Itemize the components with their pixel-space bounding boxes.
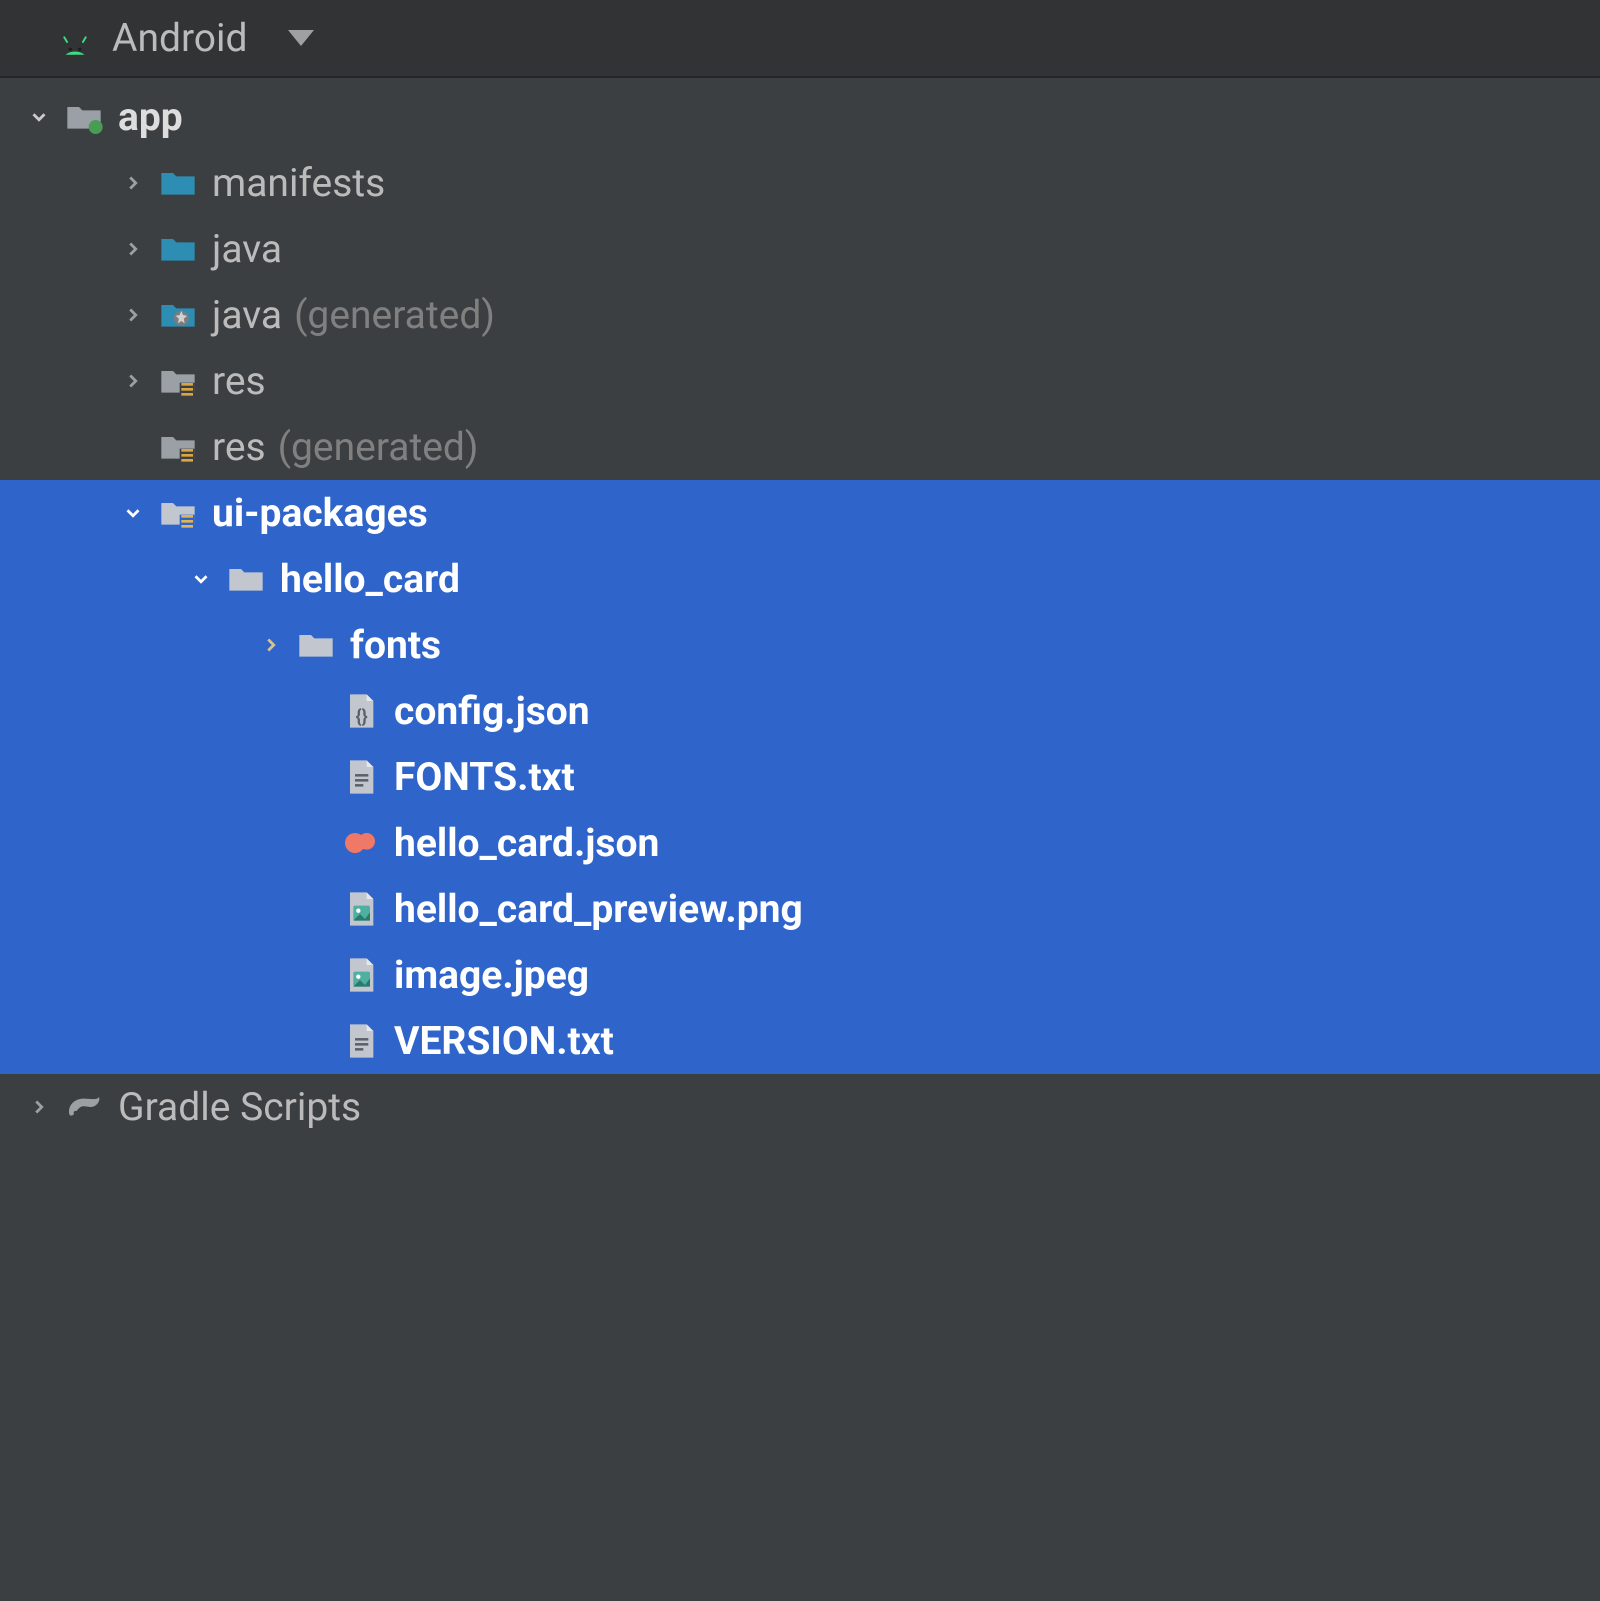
- project-view-label: Android: [112, 15, 248, 61]
- tree-node-res[interactable]: res: [0, 348, 1600, 414]
- expand-toggle-icon[interactable]: [120, 368, 146, 394]
- image-file-icon: [340, 955, 380, 995]
- tree-node-res-generated[interactable]: res (generated): [0, 414, 1600, 480]
- tree-label: fonts: [350, 622, 441, 668]
- tree-label: FONTS.txt: [394, 754, 575, 800]
- tree-label: hello_card.json: [394, 820, 659, 866]
- tree-suffix: (generated): [278, 424, 479, 470]
- resource-folder-icon: [158, 427, 198, 467]
- tree-node-ui-packages[interactable]: ui-packages: [0, 480, 1600, 546]
- expand-toggle-icon[interactable]: [258, 632, 284, 658]
- resource-folder-icon: [158, 493, 198, 533]
- tree-node-java-generated[interactable]: java (generated): [0, 282, 1600, 348]
- tree-label: ui-packages: [212, 490, 428, 536]
- tree-label: java: [212, 226, 282, 272]
- tree-node-fonts-txt[interactable]: FONTS.txt: [0, 744, 1600, 810]
- tree-node-preview-png[interactable]: hello_card_preview.png: [0, 876, 1600, 942]
- tree-node-config-json[interactable]: {} config.json: [0, 678, 1600, 744]
- expand-toggle-icon[interactable]: [26, 1094, 52, 1120]
- folder-icon: [158, 229, 198, 269]
- tree-node-gradle-scripts[interactable]: Gradle Scripts: [0, 1074, 1600, 1140]
- tree-label: image.jpeg: [394, 952, 589, 998]
- expand-toggle-icon[interactable]: [188, 566, 214, 592]
- expand-toggle-icon[interactable]: [120, 236, 146, 262]
- project-view-header[interactable]: Android: [0, 0, 1600, 78]
- expand-toggle-icon[interactable]: [26, 104, 52, 130]
- tree-label: res: [212, 424, 266, 470]
- expand-toggle-icon[interactable]: [120, 170, 146, 196]
- svg-text:{}: {}: [356, 707, 368, 728]
- tree-node-hello-card-json[interactable]: hello_card.json: [0, 810, 1600, 876]
- tree-label: Gradle Scripts: [118, 1084, 361, 1130]
- tree-label: hello_card: [280, 556, 460, 602]
- tree-node-app[interactable]: app: [0, 84, 1600, 150]
- expand-toggle-icon[interactable]: [120, 500, 146, 526]
- json-file-icon: {}: [340, 691, 380, 731]
- tree-label: java: [212, 292, 282, 338]
- dropdown-arrow-icon[interactable]: [288, 30, 314, 46]
- resource-folder-icon: [158, 361, 198, 401]
- tree-node-version-txt[interactable]: VERSION.txt: [0, 1008, 1600, 1074]
- folder-icon: [158, 163, 198, 203]
- relay-file-icon: [340, 823, 380, 863]
- text-file-icon: [340, 757, 380, 797]
- expand-toggle-icon[interactable]: [120, 302, 146, 328]
- gradle-icon: [64, 1087, 104, 1127]
- tree-label: manifests: [212, 160, 385, 206]
- tree-label: VERSION.txt: [394, 1018, 614, 1064]
- module-folder-icon: [64, 97, 104, 137]
- image-file-icon: [340, 889, 380, 929]
- tree-label: app: [118, 94, 183, 140]
- tree-node-manifests[interactable]: manifests: [0, 150, 1600, 216]
- android-icon: [56, 24, 94, 52]
- project-tool-window: Android app: [0, 0, 1600, 1601]
- tree-node-java[interactable]: java: [0, 216, 1600, 282]
- tree-node-hello-card[interactable]: hello_card: [0, 546, 1600, 612]
- tree-label: config.json: [394, 688, 590, 734]
- folder-icon: [296, 625, 336, 665]
- folder-icon: [226, 559, 266, 599]
- tree-label: res: [212, 358, 266, 404]
- tree-suffix: (generated): [294, 292, 495, 338]
- tree-node-image-jpeg[interactable]: image.jpeg: [0, 942, 1600, 1008]
- tree-label: hello_card_preview.png: [394, 886, 803, 932]
- text-file-icon: [340, 1021, 380, 1061]
- project-tree: app manifests java: [0, 78, 1600, 1140]
- tree-node-fonts[interactable]: fonts: [0, 612, 1600, 678]
- generated-folder-icon: [158, 295, 198, 335]
